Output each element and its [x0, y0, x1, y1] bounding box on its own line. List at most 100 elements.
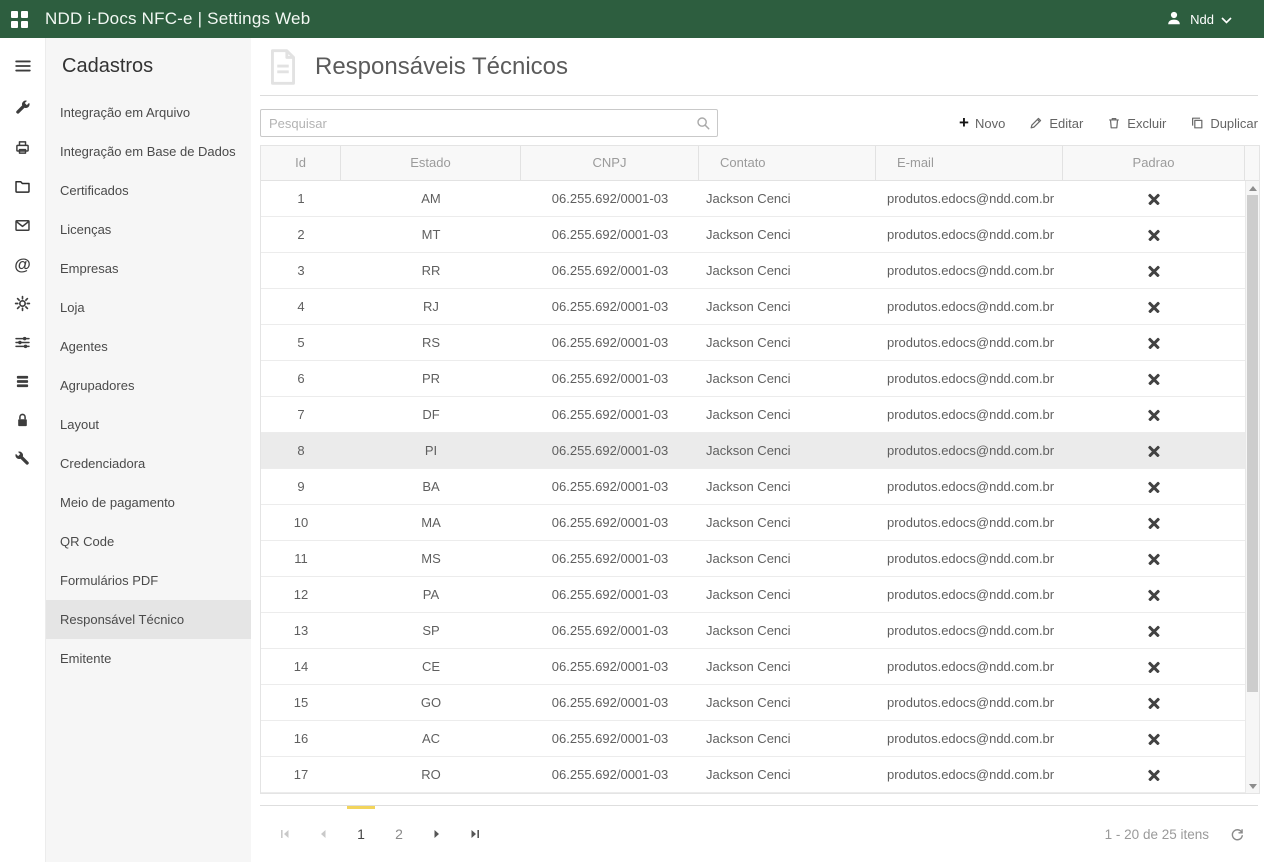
cell-contato: Jackson Cenci: [699, 299, 876, 314]
refresh-icon[interactable]: [1229, 826, 1245, 842]
cell-contato: Jackson Cenci: [699, 443, 876, 458]
table-row[interactable]: 17 RO 06.255.692/0001-03 Jackson Cenci p…: [261, 757, 1245, 793]
column-header-padrao[interactable]: Padrao: [1063, 146, 1245, 181]
header-scrollbar-filler: [1245, 146, 1259, 181]
search-icon: [695, 115, 711, 131]
user-menu[interactable]: Ndd: [1165, 9, 1250, 30]
pager-right: 1 - 20 de 25 itens: [1105, 806, 1258, 862]
sidebar-item-empresas[interactable]: Empresas: [46, 249, 251, 288]
table-row[interactable]: 1 AM 06.255.692/0001-03 Jackson Cenci pr…: [261, 181, 1245, 217]
rail-item-mail[interactable]: [0, 206, 46, 245]
rail-item-settings[interactable]: [0, 284, 46, 323]
column-header-id[interactable]: Id: [261, 146, 341, 181]
table-row[interactable]: 9 BA 06.255.692/0001-03 Jackson Cenci pr…: [261, 469, 1245, 505]
sidebar-item-responsavel-tecnico[interactable]: Responsável Técnico: [46, 600, 251, 639]
rail-item-at[interactable]: @: [0, 245, 46, 284]
cell-estado: AC: [341, 731, 521, 746]
rail-item-maintenance[interactable]: [0, 440, 46, 479]
cell-estado: RR: [341, 263, 521, 278]
rail-item-sliders[interactable]: [0, 323, 46, 362]
delete-button[interactable]: Excluir: [1107, 116, 1166, 131]
sidebar-item-label: Agentes: [60, 339, 108, 354]
table-row[interactable]: 4 RJ 06.255.692/0001-03 Jackson Cenci pr…: [261, 289, 1245, 325]
first-page-icon: [279, 828, 291, 840]
first-page-button[interactable]: [266, 806, 304, 862]
cell-contato: Jackson Cenci: [699, 479, 876, 494]
table-row[interactable]: 6 PR 06.255.692/0001-03 Jackson Cenci pr…: [261, 361, 1245, 397]
table-row[interactable]: 12 PA 06.255.692/0001-03 Jackson Cenci p…: [261, 577, 1245, 613]
sidebar-item-integracao-em-arquivo[interactable]: Integração em Arquivo: [46, 93, 251, 132]
column-header-cnpj[interactable]: CNPJ: [521, 146, 699, 181]
table-row[interactable]: 7 DF 06.255.692/0001-03 Jackson Cenci pr…: [261, 397, 1245, 433]
sidebar-item-loja[interactable]: Loja: [46, 288, 251, 327]
cell-cnpj: 06.255.692/0001-03: [521, 371, 699, 386]
table-row[interactable]: 8 PI 06.255.692/0001-03 Jackson Cenci pr…: [261, 433, 1245, 469]
cell-estado: MS: [341, 551, 521, 566]
sidebar-item-agrupadores[interactable]: Agrupadores: [46, 366, 251, 405]
sidebar-item-label: Loja: [60, 300, 85, 315]
scrollbar-thumb[interactable]: [1247, 195, 1258, 692]
rail-item-menu[interactable]: [0, 46, 46, 85]
sidebar-item-credenciadora[interactable]: Credenciadora: [46, 444, 251, 483]
table-row[interactable]: 10 MA 06.255.692/0001-03 Jackson Cenci p…: [261, 505, 1245, 541]
table-row[interactable]: 15 GO 06.255.692/0001-03 Jackson Cenci p…: [261, 685, 1245, 721]
user-icon: [1165, 9, 1183, 30]
vertical-scrollbar[interactable]: [1245, 181, 1259, 793]
scrollbar-down-arrow[interactable]: [1246, 779, 1259, 793]
cell-email: produtos.edocs@ndd.com.br: [876, 191, 1063, 206]
next-page-button[interactable]: [418, 806, 456, 862]
rail-item-layers[interactable]: [0, 362, 46, 401]
table-row[interactable]: 3 RR 06.255.692/0001-03 Jackson Cenci pr…: [261, 253, 1245, 289]
cell-estado: RO: [341, 767, 521, 782]
sidebar-item-agentes[interactable]: Agentes: [46, 327, 251, 366]
cell-cnpj: 06.255.692/0001-03: [521, 335, 699, 350]
column-header-email[interactable]: E-mail: [876, 146, 1063, 181]
rail-item-security[interactable]: [0, 401, 46, 440]
table-row[interactable]: 14 CE 06.255.692/0001-03 Jackson Cenci p…: [261, 649, 1245, 685]
tools-icon: [13, 99, 32, 118]
sidebar-item-layout[interactable]: Layout: [46, 405, 251, 444]
page-button-2[interactable]: 2: [380, 806, 418, 862]
cell-estado: MT: [341, 227, 521, 242]
sidebar-item-meio-de-pagamento[interactable]: Meio de pagamento: [46, 483, 251, 522]
rail-item-printer[interactable]: [0, 128, 46, 167]
gear-icon: [13, 294, 32, 313]
last-page-button[interactable]: [456, 806, 494, 862]
edit-button[interactable]: Editar: [1029, 116, 1083, 131]
rail-item-tools[interactable]: [0, 89, 46, 128]
sidebar-item-qr-code[interactable]: QR Code: [46, 522, 251, 561]
page-button-1[interactable]: 1: [342, 806, 380, 862]
topbar: NDD i-Docs NFC-e | Settings Web Ndd: [0, 0, 1264, 38]
sidebar-item-certificados[interactable]: Certificados: [46, 171, 251, 210]
cell-id: 1: [261, 191, 341, 206]
printer-icon: [13, 138, 32, 157]
app-shell: @ Cadastros Integração em Arquivo Integr…: [0, 38, 1264, 862]
search-input[interactable]: [261, 110, 695, 136]
cell-padrao: [1063, 769, 1245, 781]
sidebar-item-label: Credenciadora: [60, 456, 145, 471]
table-row[interactable]: 5 RS 06.255.692/0001-03 Jackson Cenci pr…: [261, 325, 1245, 361]
sidebar-item-formularios-pdf[interactable]: Formulários PDF: [46, 561, 251, 600]
column-header-estado[interactable]: Estado: [341, 146, 521, 181]
new-button[interactable]: + Novo: [959, 116, 1005, 131]
cell-email: produtos.edocs@ndd.com.br: [876, 371, 1063, 386]
column-header-contato[interactable]: Contato: [699, 146, 876, 181]
prev-page-button[interactable]: [304, 806, 342, 862]
cell-id: 10: [261, 515, 341, 530]
sidebar-item-integracao-em-base-de-dados[interactable]: Integração em Base de Dados: [46, 132, 251, 171]
table-row[interactable]: 11 MS 06.255.692/0001-03 Jackson Cenci p…: [261, 541, 1245, 577]
sidebar-item-emitente[interactable]: Emitente: [46, 639, 251, 678]
duplicate-button[interactable]: Duplicar: [1190, 116, 1258, 131]
app-grid-icon[interactable]: [11, 11, 28, 28]
cell-estado: RJ: [341, 299, 521, 314]
cell-padrao: [1063, 301, 1245, 313]
cell-padrao: [1063, 445, 1245, 457]
scrollbar-up-arrow[interactable]: [1246, 181, 1259, 195]
table-row[interactable]: 13 SP 06.255.692/0001-03 Jackson Cenci p…: [261, 613, 1245, 649]
sidebar-item-licencas[interactable]: Licenças: [46, 210, 251, 249]
sidebar-item-label: Agrupadores: [60, 378, 134, 393]
rail-item-cadastros[interactable]: [0, 167, 46, 206]
table-row[interactable]: 2 MT 06.255.692/0001-03 Jackson Cenci pr…: [261, 217, 1245, 253]
last-page-icon: [469, 828, 481, 840]
table-row[interactable]: 16 AC 06.255.692/0001-03 Jackson Cenci p…: [261, 721, 1245, 757]
